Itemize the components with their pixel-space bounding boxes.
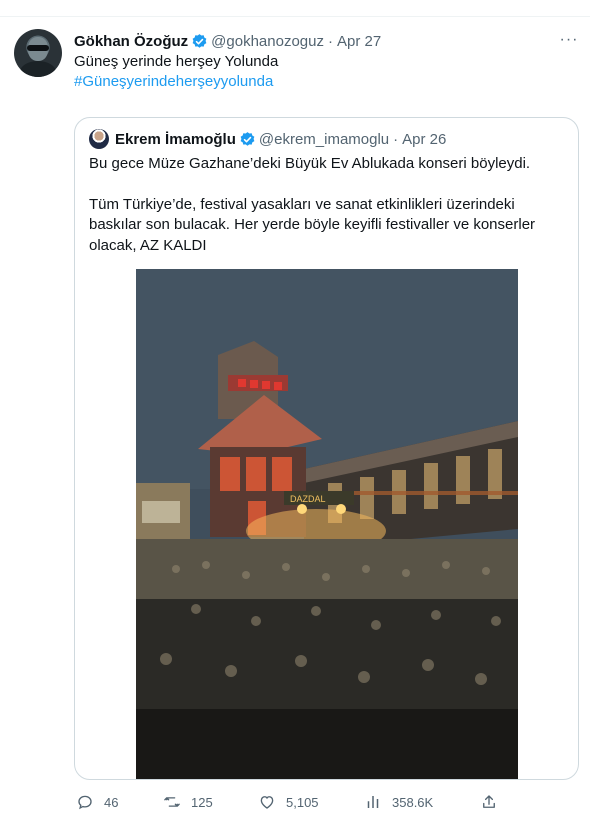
- like-count: 5,105: [286, 794, 319, 810]
- reply-icon: [78, 795, 92, 810]
- quoted-text-paragraph-1: Bu gece Müze Gazhane’deki Büyük Ev Abluk…: [89, 155, 531, 172]
- tweet-text: Güneş yerinde herşey Yolunda #Güneşyerin…: [74, 52, 278, 92]
- previous-tweet-edge: [0, 0, 590, 17]
- verified-badge-icon: [240, 131, 255, 146]
- like-icon: [260, 796, 274, 809]
- author-avatar[interactable]: [14, 29, 62, 77]
- retweet-icon: [164, 797, 180, 807]
- retweet-button[interactable]: 125: [163, 792, 213, 812]
- reply-count: 46: [104, 794, 119, 810]
- separator-dot: ·: [393, 130, 399, 148]
- tweet-date[interactable]: Apr 27: [337, 33, 381, 50]
- quoted-text-paragraph-2: Tüm Türkiye’de, festival yasakları ve sa…: [89, 195, 536, 254]
- reply-button[interactable]: 46: [76, 792, 118, 812]
- quoted-author-name[interactable]: Ekrem İmamoğlu: [115, 131, 236, 148]
- views-button[interactable]: 358.6K: [364, 792, 433, 812]
- hashtag-link[interactable]: #Güneşyerindeherşeyyolunda: [74, 72, 278, 92]
- separator-dot: ·: [327, 32, 333, 50]
- quoted-author-avatar[interactable]: [89, 129, 109, 149]
- tweet-header: Gökhan Özoğuz @gokhanozoguz · Apr 27: [74, 31, 381, 51]
- concert-photo[interactable]: DAZDAL: [136, 269, 518, 779]
- verified-badge-icon: [192, 33, 207, 48]
- quoted-tweet-date[interactable]: Apr 26: [402, 131, 446, 148]
- quoted-tweet[interactable]: Ekrem İmamoğlu @ekrem_imamoglu · Apr 26 …: [74, 117, 579, 780]
- concert-photo-illustration: DAZDAL: [136, 269, 518, 779]
- quoted-author-handle[interactable]: @ekrem_imamoglu: [259, 131, 389, 148]
- author-handle[interactable]: @gokhanozoguz: [211, 33, 324, 50]
- author-name[interactable]: Gökhan Özoğuz: [74, 33, 188, 50]
- views-count: 358.6K: [392, 794, 434, 810]
- more-icon[interactable]: ···: [558, 30, 580, 50]
- tweet-actions: 46 125 5,105 358.6K: [0, 784, 590, 820]
- svg-text:DAZDAL: DAZDAL: [290, 494, 326, 504]
- tweet-text-line: Güneş yerinde herşey Yolunda: [74, 53, 279, 70]
- quoted-tweet-text: Bu gece Müze Gazhane’deki Büyük Ev Abluk…: [89, 154, 567, 256]
- retweet-count: 125: [191, 794, 213, 810]
- quoted-tweet-header: Ekrem İmamoğlu @ekrem_imamoglu · Apr 26: [89, 128, 446, 150]
- like-button[interactable]: 5,105: [258, 792, 319, 812]
- views-icon: [367, 796, 379, 808]
- share-button[interactable]: [480, 792, 508, 812]
- share-icon: [483, 795, 495, 808]
